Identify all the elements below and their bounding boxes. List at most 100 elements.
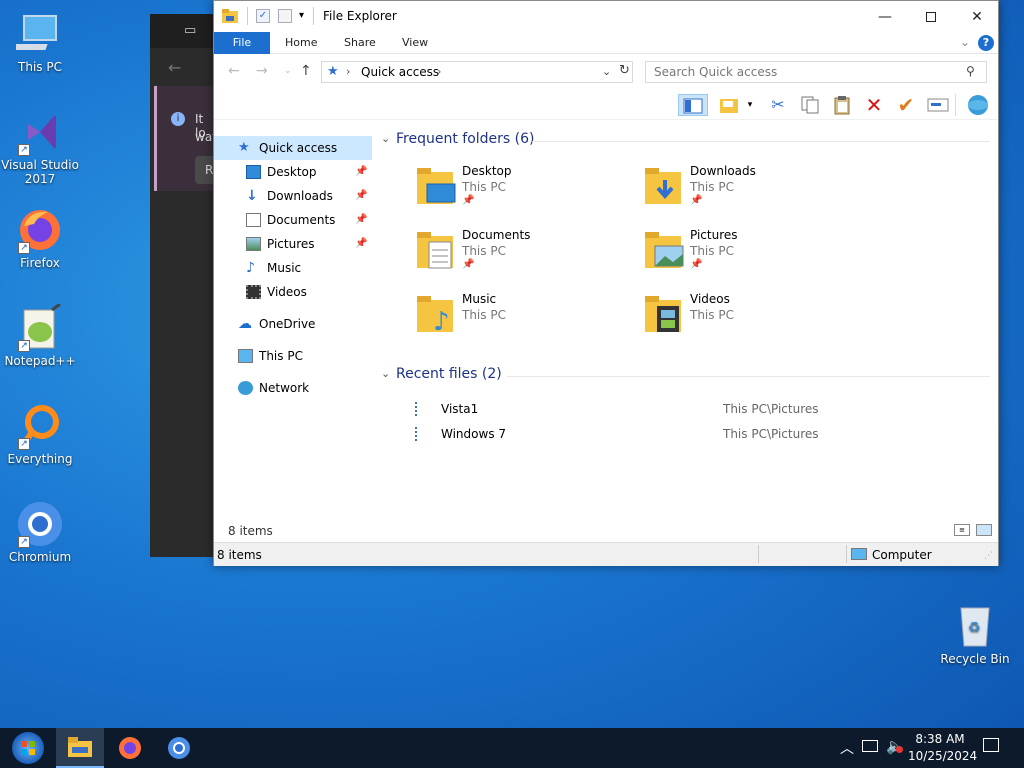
dropdown-arrow-icon[interactable]: ▾ bbox=[744, 94, 756, 116]
desktop-icon-recycle-bin[interactable]: ♻ Recycle Bin bbox=[935, 602, 1015, 666]
collapse-chevron-icon[interactable]: ⌄ bbox=[381, 132, 390, 145]
address-path-box[interactable]: ★ › Quick access › ⌄ ↻ bbox=[321, 61, 633, 83]
back-arrow-icon[interactable]: ← bbox=[168, 58, 181, 77]
bg-window-titlebar: ▭ bbox=[150, 14, 216, 48]
taskbar-chromium[interactable] bbox=[155, 728, 203, 768]
folder-tile-videos[interactable]: Videos This PC bbox=[643, 292, 843, 352]
network-globe-icon[interactable] bbox=[967, 94, 989, 116]
desktop-icon-firefox[interactable]: ↗ Firefox bbox=[0, 206, 80, 270]
expand-ribbon-icon[interactable]: ⌄ bbox=[960, 35, 970, 49]
nav-item-downloads[interactable]: ↓ Downloads 📌 bbox=[214, 184, 372, 208]
taskbar-file-explorer[interactable] bbox=[56, 728, 104, 768]
recent-file-row[interactable]: Windows 7 This PC\Pictures bbox=[415, 423, 975, 445]
folder-tile-desktop[interactable]: Desktop This PC 📌 bbox=[415, 164, 615, 224]
refresh-icon[interactable]: ↻ bbox=[619, 63, 630, 78]
status-divider bbox=[846, 545, 847, 563]
desktop-icon-this-pc[interactable]: This PC bbox=[0, 10, 80, 74]
tab-view[interactable]: View bbox=[388, 32, 442, 54]
help-icon[interactable]: ? bbox=[978, 35, 994, 51]
taskbar: ︿ 🔈 8:38 AM 10/25/2024 bbox=[0, 728, 1024, 768]
preview-pane-icon[interactable] bbox=[678, 94, 708, 116]
title-bar[interactable]: ✓ ▾ File Explorer — ✕ bbox=[214, 1, 998, 32]
breadcrumb-quick-access[interactable]: Quick access bbox=[361, 65, 439, 79]
resize-grip-icon[interactable]: ⋰ bbox=[984, 551, 993, 561]
folder-tile-documents[interactable]: Documents This PC 📌 bbox=[415, 228, 615, 288]
address-dropdown-icon[interactable]: ⌄ bbox=[602, 65, 611, 78]
search-box[interactable]: Search Quick access ⚲ bbox=[645, 61, 987, 83]
pictures-folder-icon bbox=[643, 230, 685, 270]
clock[interactable]: 8:38 AM 10/25/2024 bbox=[908, 731, 977, 765]
pin-icon[interactable]: 📌 bbox=[355, 184, 367, 208]
large-icons-view-icon[interactable] bbox=[976, 524, 992, 536]
start-button[interactable] bbox=[4, 728, 52, 768]
copy-icon[interactable] bbox=[799, 94, 821, 116]
group-divider bbox=[507, 376, 990, 377]
maximize-icon bbox=[926, 11, 936, 22]
folder-tile-downloads[interactable]: Downloads This PC 📌 bbox=[643, 164, 843, 224]
new-folder-icon[interactable] bbox=[278, 9, 292, 23]
pin-icon[interactable]: 📌 bbox=[355, 232, 367, 256]
pin-icon[interactable]: 📌 bbox=[355, 160, 367, 184]
desktop-icon-chromium[interactable]: ↗ Chromium bbox=[0, 500, 80, 564]
recent-locations-icon[interactable]: ⌄ bbox=[284, 66, 292, 76]
tab-file[interactable]: File bbox=[214, 32, 270, 54]
search-input[interactable]: Search Quick access bbox=[654, 65, 777, 79]
pin-icon: 📌 bbox=[462, 195, 475, 206]
pin-icon[interactable]: 📌 bbox=[355, 208, 367, 232]
nav-label: Desktop bbox=[267, 165, 317, 179]
folder-tile-pictures[interactable]: Pictures This PC 📌 bbox=[643, 228, 843, 288]
qat-dropdown-icon[interactable]: ▾ bbox=[299, 10, 304, 21]
recent-file-row[interactable]: Vista1 This PC\Pictures bbox=[415, 398, 975, 420]
folder-location: This PC bbox=[462, 308, 506, 322]
nav-item-pictures[interactable]: Pictures 📌 bbox=[214, 232, 372, 256]
desktop-icon-notepad-plus-plus[interactable]: ↗ Notepad++ bbox=[0, 302, 80, 368]
background-browser-window[interactable]: ▭ ← i It lo way R bbox=[150, 14, 219, 557]
folder-tile-music[interactable]: ♪ Music This PC bbox=[415, 292, 615, 352]
forward-arrow-icon[interactable]: → bbox=[256, 63, 268, 79]
rename-icon[interactable] bbox=[927, 94, 949, 116]
frequent-folders-header[interactable]: Frequent folders (6) bbox=[396, 131, 535, 147]
nav-item-quick-access[interactable]: ★ Quick access bbox=[214, 136, 372, 160]
computer-icon bbox=[238, 349, 253, 363]
nav-item-onedrive[interactable]: ☁ OneDrive bbox=[214, 312, 372, 336]
qat-divider bbox=[313, 7, 314, 25]
show-hidden-icons-icon[interactable]: ︿ bbox=[840, 738, 854, 758]
desktop-icon-everything[interactable]: ↗ Everything bbox=[0, 402, 80, 466]
cut-icon[interactable]: ✂ bbox=[767, 94, 789, 116]
close-button[interactable]: ✕ bbox=[954, 1, 1000, 32]
properties-icon[interactable]: ✓ bbox=[256, 9, 270, 23]
windows-logo-icon bbox=[12, 732, 44, 764]
up-arrow-icon[interactable]: ↑ bbox=[300, 63, 312, 79]
search-icon[interactable]: ⚲ bbox=[966, 64, 975, 78]
collapse-chevron-icon[interactable]: ⌄ bbox=[381, 367, 390, 380]
recent-files-header[interactable]: Recent files (2) bbox=[396, 366, 502, 382]
back-arrow-icon[interactable]: ← bbox=[228, 63, 240, 79]
folder-location: This PC bbox=[462, 180, 506, 194]
nav-item-this-pc[interactable]: This PC bbox=[214, 344, 372, 368]
details-view-icon[interactable]: ≡ bbox=[954, 524, 970, 536]
breadcrumb-chevron-icon[interactable]: › bbox=[346, 65, 350, 78]
nav-item-desktop[interactable]: Desktop 📌 bbox=[214, 160, 372, 184]
tab-icon[interactable]: ▭ bbox=[184, 23, 196, 38]
properties-folder-icon[interactable] bbox=[719, 94, 741, 116]
checkmark-icon[interactable]: ✔ bbox=[895, 94, 917, 116]
taskbar-firefox[interactable] bbox=[106, 728, 154, 768]
delete-icon[interactable]: ✕ bbox=[863, 94, 885, 116]
nav-item-network[interactable]: Network bbox=[214, 376, 372, 400]
nav-item-documents[interactable]: Documents 📌 bbox=[214, 208, 372, 232]
notifications-icon[interactable] bbox=[983, 738, 999, 752]
network-icon[interactable] bbox=[862, 740, 878, 752]
nav-item-music[interactable]: ♪ Music bbox=[214, 256, 372, 280]
maximize-button[interactable] bbox=[908, 1, 954, 32]
folder-icon bbox=[68, 737, 92, 757]
file-path: This PC\Pictures bbox=[723, 427, 819, 441]
videos-film-icon bbox=[246, 285, 261, 299]
tab-home[interactable]: Home bbox=[271, 32, 331, 54]
tab-share[interactable]: Share bbox=[330, 32, 390, 54]
file-explorer-window[interactable]: ✓ ▾ File Explorer — ✕ File Home Share Vi… bbox=[213, 0, 999, 566]
paste-icon[interactable] bbox=[831, 94, 853, 116]
desktop-icon-visual-studio[interactable]: ↗ Visual Studio 2017 bbox=[0, 108, 80, 186]
nav-item-videos[interactable]: Videos bbox=[214, 280, 372, 304]
breadcrumb-chevron-icon[interactable]: › bbox=[437, 65, 441, 78]
minimize-button[interactable]: — bbox=[862, 1, 908, 32]
